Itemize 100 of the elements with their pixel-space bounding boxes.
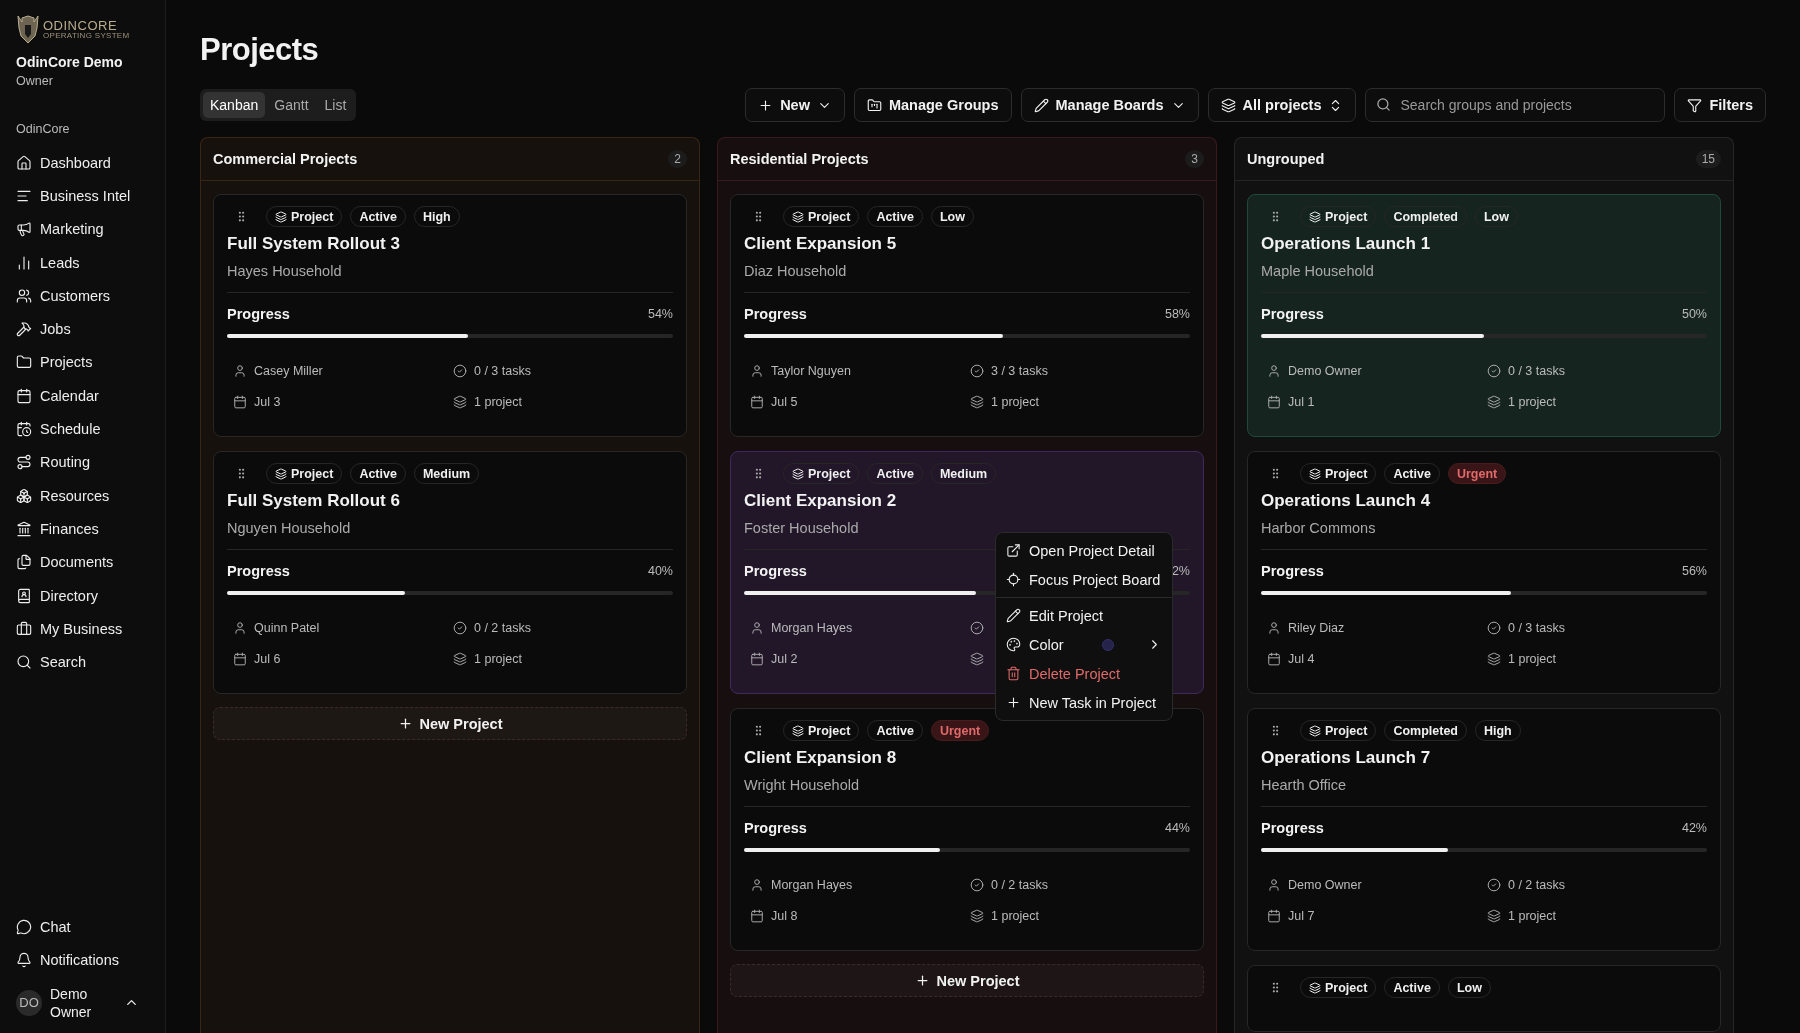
manage-boards-button[interactable]: Manage Boards <box>1020 88 1199 122</box>
nav-item[interactable]: Documents <box>16 545 155 579</box>
project-card[interactable]: Project Active Low Client Expansion 5 Diaz Household Progress 58% Taylor Nguyen 3 / 3 tasks Jul 5 1 project <box>730 194 1204 437</box>
layers-icon <box>970 908 984 923</box>
layers-icon <box>1220 97 1236 113</box>
contact-book-icon <box>16 587 32 604</box>
nav-item[interactable]: Dashboard <box>16 146 155 180</box>
bell-icon <box>16 951 32 968</box>
nav-item[interactable]: Business Intel <box>16 179 155 213</box>
nav-item[interactable]: Customers <box>16 279 155 313</box>
manage-groups-button[interactable]: Manage Groups <box>853 88 1012 122</box>
progress-label: Progress <box>744 820 807 836</box>
layers-icon <box>1309 981 1321 994</box>
users-icon <box>16 287 32 304</box>
nav-item[interactable]: My Business <box>16 612 155 646</box>
nav-item[interactable]: Schedule <box>16 412 155 446</box>
person-icon <box>1267 363 1281 378</box>
progress-percent: 42% <box>1681 821 1707 835</box>
folder-icon <box>16 354 32 371</box>
layers-icon <box>970 394 984 409</box>
scope-select[interactable]: All projects <box>1207 88 1357 122</box>
avatar[interactable]: DO <box>16 989 42 1016</box>
nav-item[interactable]: Projects <box>16 345 155 380</box>
person-icon <box>750 620 764 635</box>
new-project-button[interactable]: New Project <box>730 964 1204 997</box>
view-tab[interactable]: Gantt <box>267 92 316 118</box>
nav-item[interactable]: Jobs <box>16 312 155 346</box>
menu-item[interactable]: Delete Project <box>996 659 1172 688</box>
nav-item[interactable]: Leads <box>16 245 155 280</box>
calendar-icon <box>1267 651 1281 666</box>
person-icon <box>233 620 247 635</box>
card-title: Full System Rollout 3 <box>227 234 401 254</box>
layers-icon <box>275 210 287 223</box>
calendar-icon <box>16 387 32 404</box>
layers-icon <box>453 394 467 409</box>
check-circle-icon <box>970 620 984 635</box>
card-projects: 1 project <box>1508 394 1556 409</box>
nav-item[interactable]: Search <box>16 645 155 679</box>
check-circle-icon <box>1487 620 1501 635</box>
search-icon <box>1376 97 1392 112</box>
megaphone-icon <box>16 221 32 238</box>
progress-percent: 58% <box>1164 307 1190 321</box>
card-title: Operations Launch 1 <box>1261 234 1432 254</box>
check-circle-icon <box>970 877 984 892</box>
progress-percent: 40% <box>647 564 673 578</box>
palette-icon <box>1006 637 1021 652</box>
project-card[interactable]: Project Active Low <box>1247 965 1721 1032</box>
layers-icon <box>275 467 287 480</box>
view-tab[interactable]: List <box>317 92 354 118</box>
hammer-icon <box>16 321 32 338</box>
card-date: Jul 4 <box>1288 651 1315 666</box>
progress-label: Progress <box>1261 563 1324 579</box>
helmet-logo-icon <box>16 14 40 44</box>
project-card[interactable]: Project Active High Full System Rollout 3 Hayes Household Progress 54% Casey Miller 0 / 3 tasks Jul 3 1 project <box>213 194 687 437</box>
menu-item[interactable]: Color <box>996 630 1172 659</box>
card-client: Wright Household <box>744 777 1190 807</box>
project-card[interactable]: Project Active Urgent Operations Launch 4 Harbor Commons Progress 56% Riley Diaz 0 / 3 tasks Jul 4 1 project <box>1247 451 1721 694</box>
nav-item[interactable]: Resources <box>16 478 155 513</box>
view-tab[interactable]: Kanban <box>203 92 266 118</box>
person-icon <box>750 877 764 892</box>
project-card[interactable]: Project Active Medium Full System Rollout 6 Nguyen Household Progress 40% Quinn Patel 0 / 2 tasks Jul 6 1 project <box>213 451 687 694</box>
nav-item[interactable]: Chat <box>16 910 155 944</box>
card-client: Hearth Office <box>1261 777 1707 807</box>
new-button[interactable]: New <box>745 88 845 122</box>
calendar-icon <box>1267 908 1281 923</box>
nav-item[interactable]: Finances <box>16 512 155 546</box>
person-icon <box>1267 620 1281 635</box>
project-card[interactable]: Project Completed High Operations Launch 7 Hearth Office Progress 42% Demo Owner 0 / 2 tasks Jul 7 1 project <box>1247 708 1721 951</box>
nav-item[interactable]: Directory <box>16 578 155 613</box>
nav-item[interactable]: Calendar <box>16 379 155 413</box>
card-date: Jul 6 <box>254 651 281 666</box>
color-swatch[interactable] <box>1101 638 1114 651</box>
card-tasks: 0 / 3 tasks <box>1508 620 1565 635</box>
card-title: Client Expansion 8 <box>744 748 898 768</box>
new-project-button[interactable]: New Project <box>213 707 687 740</box>
menu-item[interactable]: Edit Project <box>996 601 1172 630</box>
progress-label: Progress <box>1261 820 1324 836</box>
pencil-icon <box>1006 608 1021 623</box>
search-field[interactable]: Search groups and projects <box>1365 88 1666 122</box>
column-title: Commercial Projects <box>213 151 358 167</box>
nav-item[interactable]: Marketing <box>16 212 155 246</box>
check-circle-icon <box>453 363 467 378</box>
filter-icon <box>1687 97 1703 113</box>
card-tasks: 0 / 3 tasks <box>474 363 531 378</box>
card-client: Diaz Household <box>744 263 1190 293</box>
folder-icon <box>866 97 882 113</box>
column-count: 3 <box>1185 150 1204 168</box>
nav-item[interactable]: Routing <box>16 445 155 479</box>
nav-item[interactable]: Notifications <box>16 943 155 977</box>
project-card[interactable]: Project Completed Low Operations Launch 1 Maple Household Progress 50% Demo Owner 0 / 3 tasks Jul 1 1 project <box>1247 194 1721 437</box>
logo-wordmark: ODINCORE <box>43 18 119 32</box>
filters-button[interactable]: Filters <box>1674 88 1766 122</box>
plus-icon <box>1006 695 1021 710</box>
card-owner: Quinn Patel <box>254 620 320 635</box>
layers-icon <box>1487 908 1501 923</box>
card-tasks: 0 / 3 tasks <box>1508 363 1565 378</box>
external-link-icon <box>1006 543 1021 558</box>
card-projects: 1 project <box>1508 651 1556 666</box>
target-icon <box>1006 572 1021 587</box>
menu-item[interactable]: Focus Project Board <box>996 565 1172 594</box>
